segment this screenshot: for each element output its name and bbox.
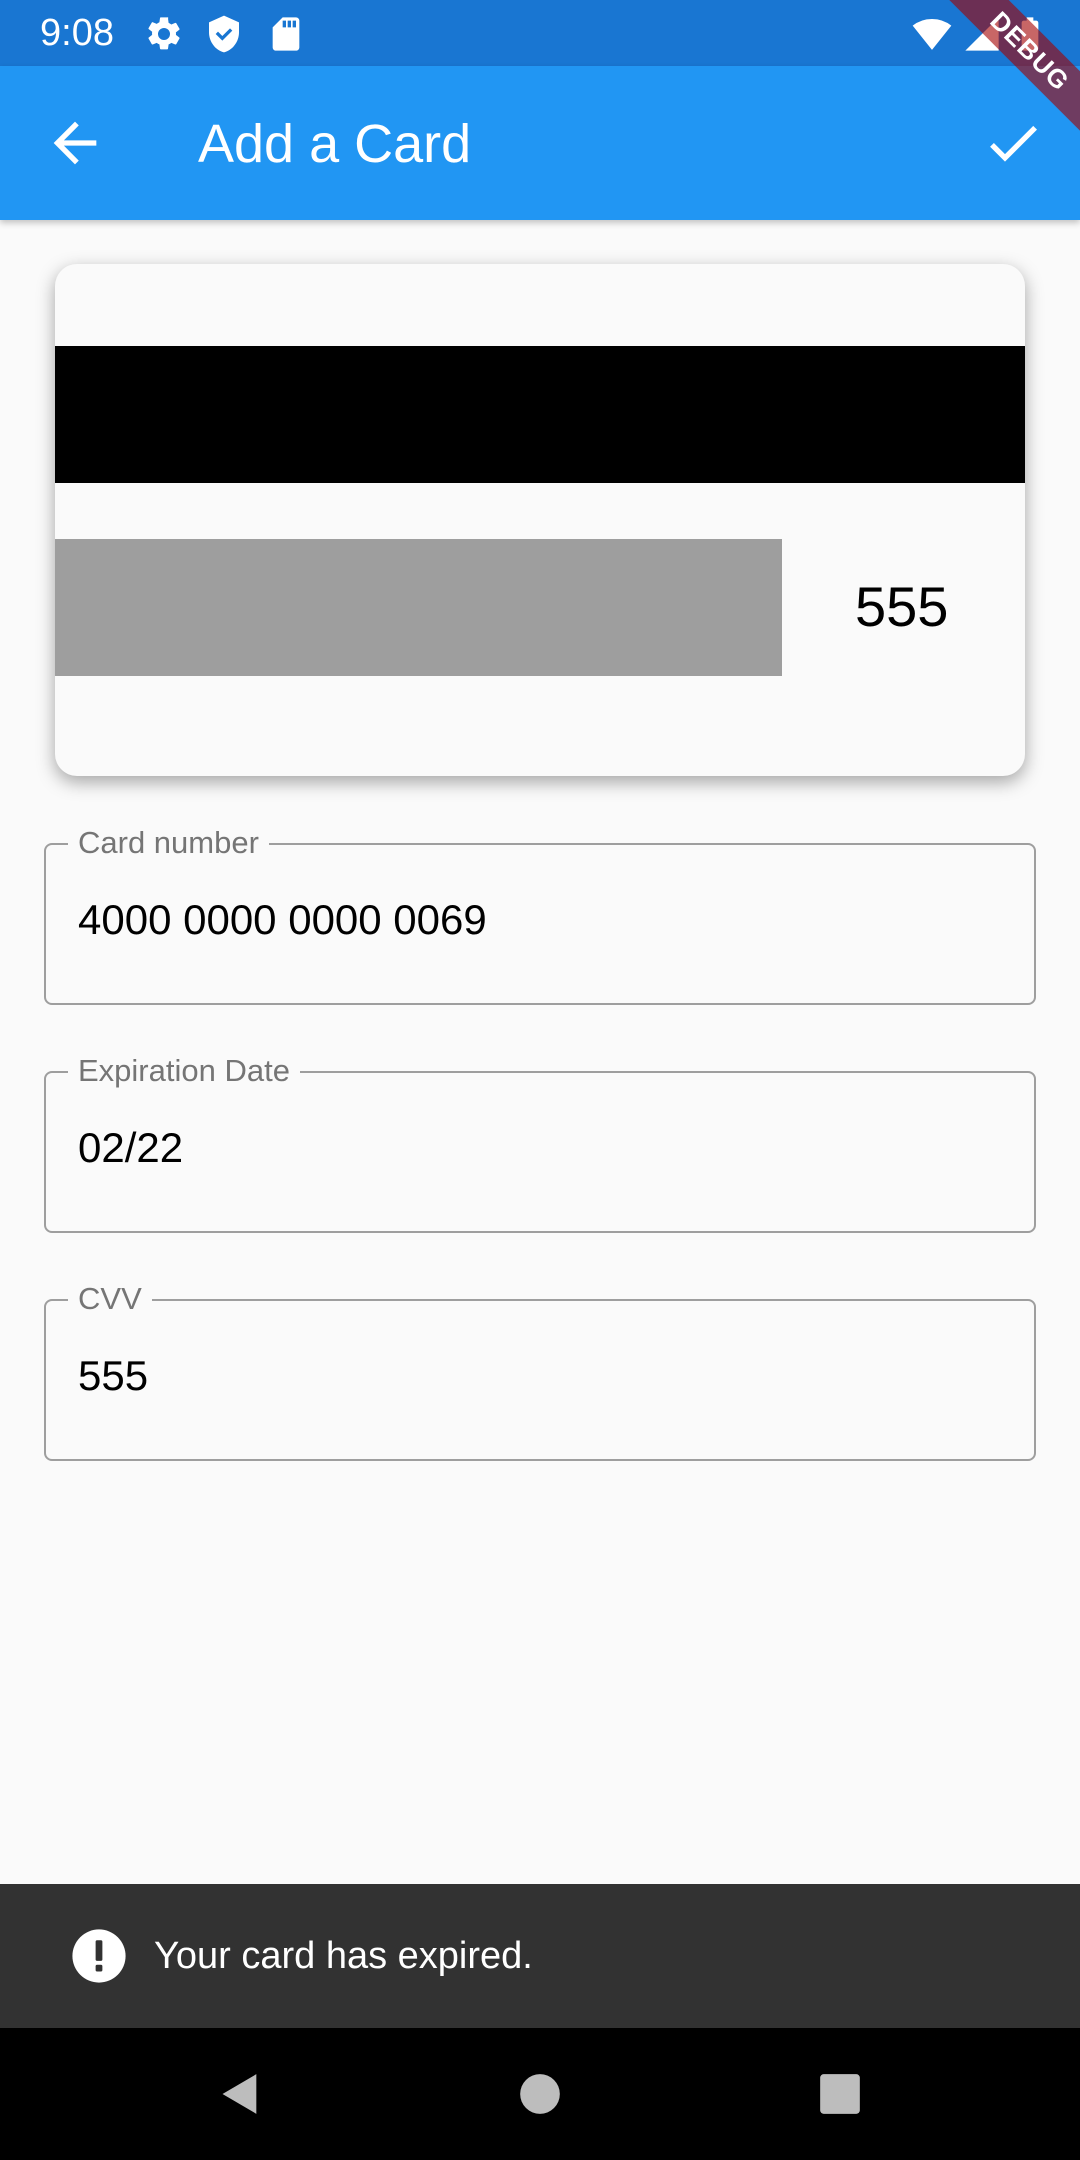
back-button[interactable] — [40, 111, 110, 175]
cvv-label: CVV — [68, 1281, 152, 1317]
home-circle-icon[interactable] — [512, 2066, 568, 2122]
back-triangle-icon[interactable] — [212, 2066, 268, 2122]
card-cvv-preview: 555 — [855, 575, 949, 638]
snackbar: Your card has expired. — [0, 1884, 1080, 2028]
arrow-back-icon — [53, 121, 97, 165]
card-number-label: Card number — [68, 825, 269, 861]
gear-icon — [144, 14, 184, 54]
check-icon — [990, 125, 1037, 162]
wifi-icon — [912, 14, 952, 54]
expiration-date-field[interactable]: Expiration Date 02/22 — [44, 1053, 1036, 1233]
app-bar: Add a Card — [0, 66, 1080, 220]
cvv-field[interactable]: CVV 555 — [44, 1281, 1036, 1461]
recents-square-icon[interactable] — [812, 2066, 868, 2122]
status-bar: 9:08 — [0, 0, 1080, 66]
expiration-date-value[interactable]: 02/22 — [78, 1123, 183, 1173]
error-icon — [70, 1927, 128, 1985]
page-title: Add a Card — [198, 114, 472, 174]
card-preview: 555 — [55, 264, 1025, 776]
snackbar-message: Your card has expired. — [154, 1935, 533, 1977]
status-time: 9:08 — [40, 12, 114, 54]
card-number-field[interactable]: Card number 4000 0000 0000 0069 — [44, 825, 1036, 1005]
card-number-value[interactable]: 4000 0000 0000 0069 — [78, 895, 487, 945]
cvv-value[interactable]: 555 — [78, 1351, 148, 1401]
magnetic-stripe — [55, 346, 1025, 483]
shield-icon — [204, 14, 244, 54]
expiration-date-label: Expiration Date — [68, 1053, 300, 1089]
confirm-button[interactable] — [978, 111, 1048, 175]
navigation-bar — [0, 2028, 1080, 2160]
signature-strip — [55, 539, 782, 676]
sd-card-icon — [266, 14, 306, 54]
